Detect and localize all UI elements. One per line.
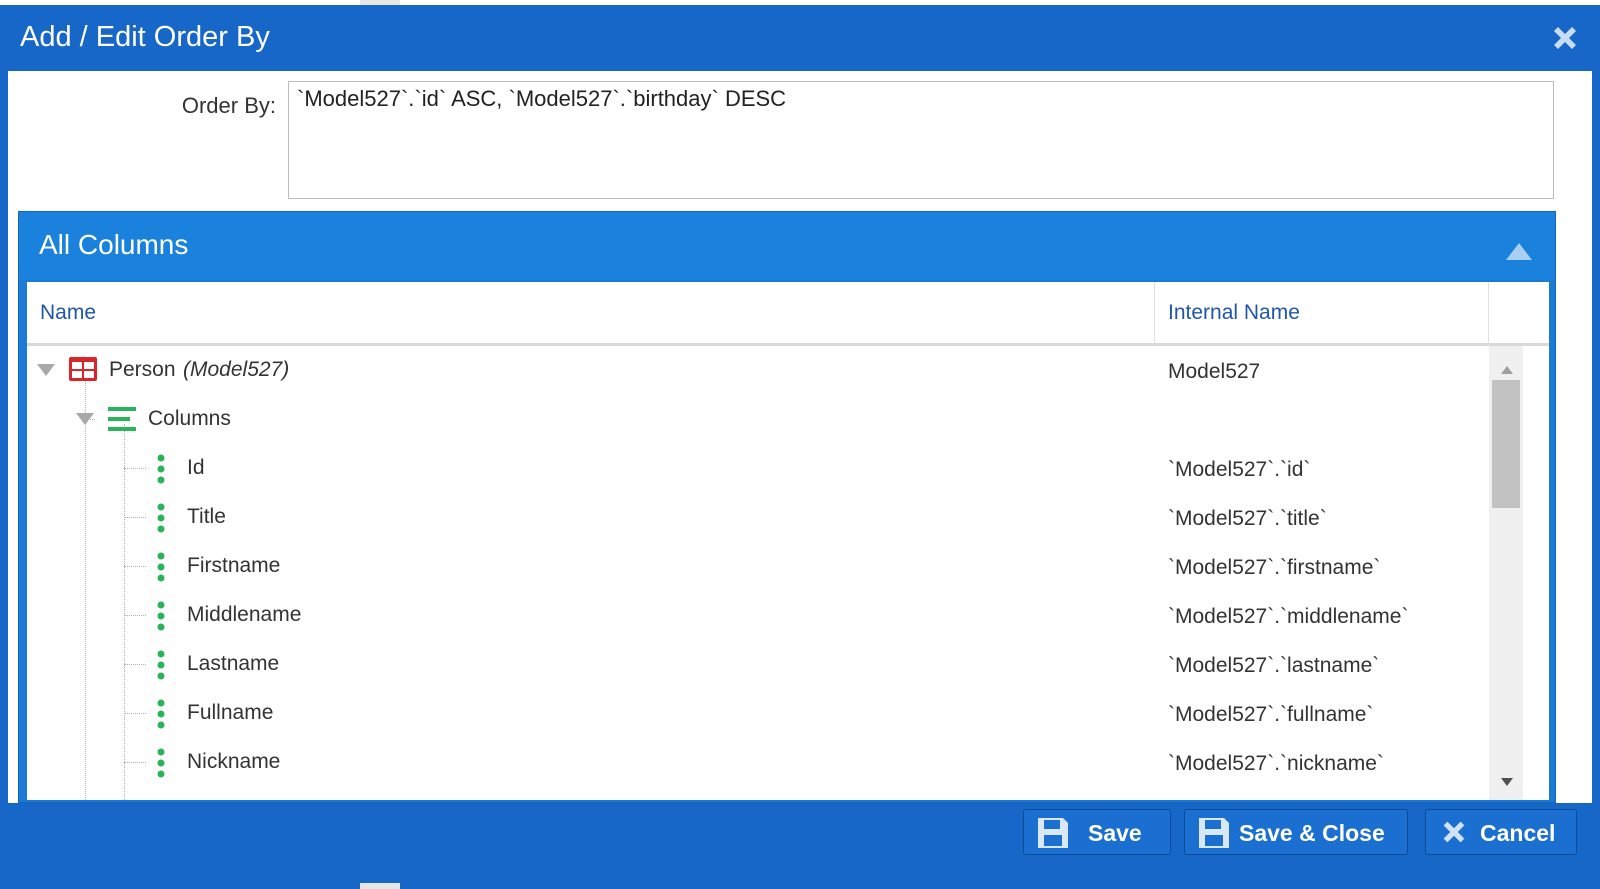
tree-row-column[interactable]: Lastname `Model527`.`lastname`	[27, 640, 1489, 689]
column-icon	[156, 748, 166, 783]
column-name: Nickname	[187, 750, 281, 773]
table-icon	[68, 356, 98, 387]
column-name: Id	[187, 456, 205, 479]
tree-row-column[interactable]: Id `Model527`.`id`	[27, 444, 1489, 493]
tree-connector	[124, 615, 146, 616]
save-and-close-button[interactable]: Save & Close	[1184, 809, 1408, 855]
floppy-disk-icon	[1036, 816, 1070, 856]
column-icon	[156, 699, 166, 734]
column-header-name-label: Name	[40, 301, 97, 324]
cancel-button-label: Cancel	[1480, 820, 1556, 846]
tree-row-column[interactable]: Middlename `Model527`.`middlename`	[27, 591, 1489, 640]
column-name: Middlename	[187, 603, 302, 626]
dialog-title: Add / Edit Order By	[20, 21, 270, 53]
tree-connector	[124, 566, 146, 567]
column-internal-name: `Model527`.`nickname`	[1168, 752, 1384, 775]
order-by-dialog: Add / Edit Order By Order By: `Model527`…	[0, 5, 1600, 889]
vertical-scrollbar[interactable]	[1489, 346, 1523, 800]
panel-title: All Columns	[39, 229, 189, 260]
column-icon	[156, 552, 166, 587]
column-header-name[interactable]: Name	[27, 282, 1155, 346]
order-by-label: Order By:	[181, 93, 276, 118]
tree-row-column[interactable]: Nickname `Model527`.`nickname`	[27, 738, 1489, 787]
column-name: Title	[187, 505, 226, 528]
column-internal-name: `Model527`.`id`	[1168, 458, 1311, 481]
tree-connector	[124, 468, 146, 469]
column-header-internal-label: Internal Name	[1168, 301, 1300, 324]
column-icon	[156, 503, 166, 538]
tree-connector	[124, 517, 146, 518]
tree-connector	[124, 664, 146, 665]
dialog-titlebar: Add / Edit Order By	[0, 5, 1600, 71]
expand-toggle-icon[interactable]	[36, 363, 56, 377]
scroll-down-icon[interactable]	[1500, 774, 1514, 786]
cancel-button[interactable]: Cancel	[1425, 809, 1577, 855]
close-icon	[1438, 816, 1470, 854]
tree-row-column[interactable]: Fullname `Model527`.`fullname`	[27, 689, 1489, 738]
expand-toggle-icon[interactable]	[75, 412, 95, 426]
column-header-corner	[1489, 282, 1549, 346]
column-internal-name: `Model527`.`lastname`	[1168, 654, 1380, 677]
column-icon	[156, 650, 166, 685]
background-strip	[360, 883, 400, 889]
column-icon	[156, 454, 166, 489]
save-button-label: Save	[1088, 820, 1142, 846]
column-header-internal-name[interactable]: Internal Name	[1155, 282, 1489, 346]
columns-tree-grid: Name Internal Name Person (Model527) Mod…	[27, 282, 1549, 800]
list-icon	[108, 406, 136, 437]
all-columns-panel: All Columns Name Internal Name Person (M…	[18, 211, 1556, 803]
panel-header[interactable]: All Columns	[19, 212, 1555, 280]
tree-connector	[124, 713, 146, 714]
save-and-close-button-label: Save & Close	[1239, 820, 1385, 846]
floppy-disk-icon	[1197, 816, 1231, 856]
column-name: Lastname	[187, 652, 280, 675]
tree-rows: Person (Model527) Model527 Columns Id `M…	[27, 346, 1489, 800]
chevron-up-icon[interactable]	[1505, 240, 1533, 262]
person-name: Person	[109, 358, 176, 381]
column-icon	[156, 601, 166, 636]
column-internal-name: `Model527`.`fullname`	[1168, 703, 1374, 726]
tree-connector	[124, 762, 146, 763]
dialog-body: Order By: `Model527`.`id` ASC, `Model527…	[8, 71, 1592, 803]
person-model: (Model527)	[183, 358, 290, 381]
tree-row-column[interactable]: Title `Model527`.`title`	[27, 493, 1489, 542]
tree-row-person[interactable]: Person (Model527) Model527	[27, 346, 1489, 395]
save-button[interactable]: Save	[1023, 809, 1171, 855]
columns-group-name: Columns	[148, 407, 231, 430]
column-internal-name: `Model527`.`firstname`	[1168, 556, 1381, 579]
tree-row-columns-group[interactable]: Columns	[27, 395, 1489, 444]
column-internal-name: `Model527`.`title`	[1168, 507, 1327, 530]
column-name: Firstname	[187, 554, 281, 577]
scroll-up-icon[interactable]	[1500, 362, 1514, 374]
tree-row-column[interactable]: Firstname `Model527`.`firstname`	[27, 542, 1489, 591]
close-icon[interactable]	[1548, 21, 1582, 55]
order-by-input[interactable]: `Model527`.`id` ASC, `Model527`.`birthda…	[288, 81, 1554, 199]
column-internal-name: `Model527`.`middlename`	[1168, 605, 1409, 628]
scroll-thumb[interactable]	[1492, 380, 1520, 508]
column-name: Fullname	[187, 701, 274, 724]
person-internal-name: Model527	[1168, 360, 1261, 383]
